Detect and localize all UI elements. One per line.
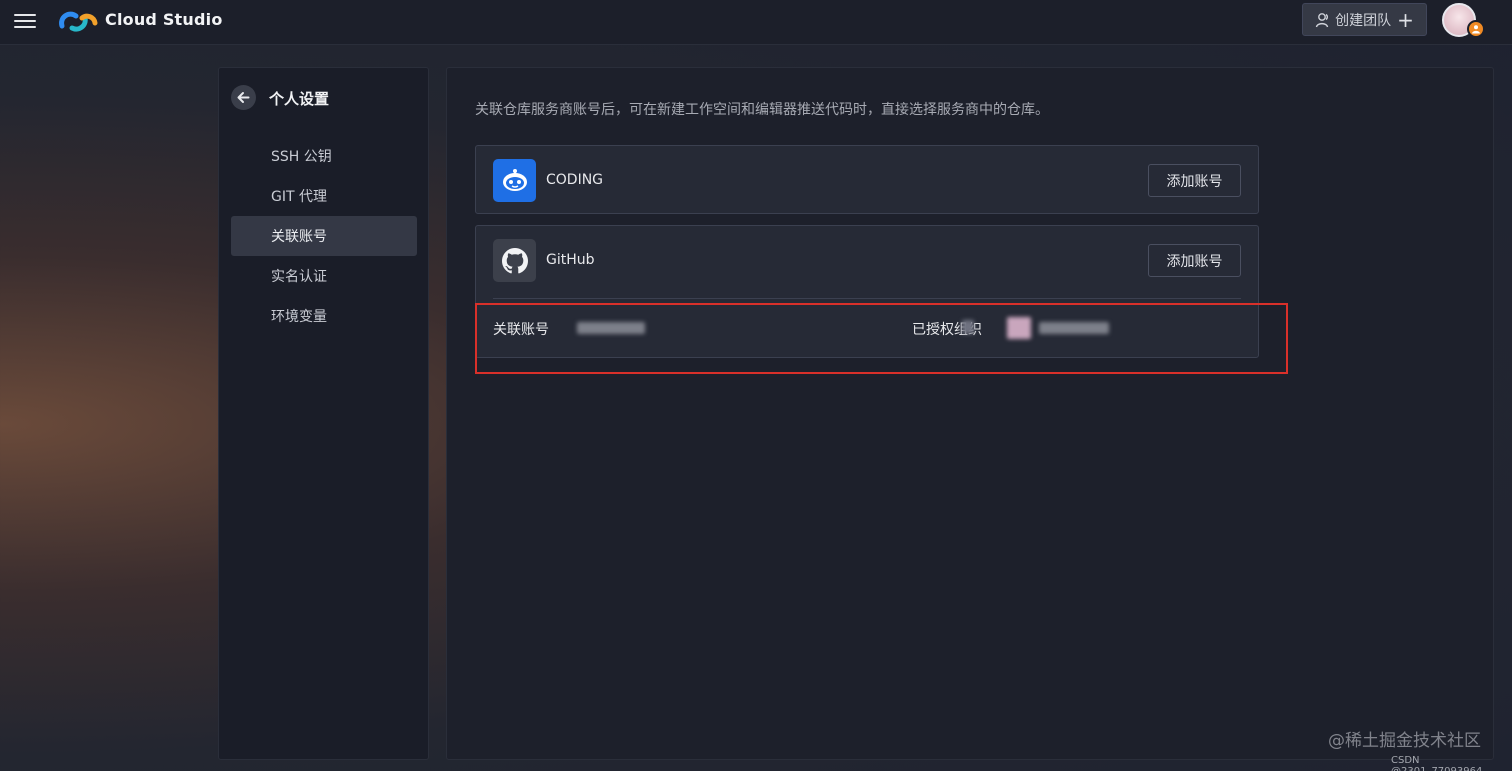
provider-card-coding: CODING 添加账号 <box>475 145 1259 214</box>
user-icon <box>1315 12 1329 27</box>
plus-icon: + <box>1397 7 1414 32</box>
sidebar-item-label: 环境变量 <box>271 309 327 325</box>
sidebar-item-env-vars[interactable]: 环境变量 <box>231 296 417 336</box>
coding-icon <box>493 159 536 202</box>
github-icon <box>493 239 536 282</box>
back-arrow-icon[interactable] <box>231 85 256 110</box>
sidebar-title: 个人设置 <box>269 90 330 108</box>
page-description: 关联仓库服务商账号后，可在新建工作空间和编辑器推送代码时，直接选择服务商中的仓库… <box>475 102 1049 118</box>
sidebar-item-label: 关联账号 <box>271 229 327 245</box>
main-panel: 关联仓库服务商账号后，可在新建工作空间和编辑器推送代码时，直接选择服务商中的仓库… <box>446 67 1494 760</box>
sidebar-item-label: SSH 公钥 <box>271 149 332 165</box>
add-coding-account-button[interactable]: 添加账号 <box>1148 164 1241 197</box>
settings-sidebar: 个人设置 SSH 公钥 GIT 代理 关联账号 实名认证 环境变量 <box>218 67 429 760</box>
hamburger-menu-icon[interactable] <box>14 10 38 32</box>
org-avatar <box>1007 317 1031 339</box>
redacted-mark <box>962 320 974 334</box>
brand-name[interactable]: Cloud Studio <box>105 10 223 29</box>
provider-name: CODING <box>546 172 604 188</box>
authorized-org-value-redacted <box>1039 322 1109 334</box>
user-badge-icon <box>1467 20 1485 38</box>
linked-account-value-redacted <box>577 322 645 334</box>
linked-account-label: 关联账号 <box>493 322 549 338</box>
provider-card-github: GitHub 添加账号 关联账号 已授权组织 <box>475 225 1259 358</box>
cloud-studio-logo-icon[interactable] <box>58 8 98 34</box>
watermark: @稀土掘金技术社区 <box>1328 731 1481 751</box>
create-team-label: 创建团队 <box>1335 12 1392 29</box>
sidebar-item-label: 实名认证 <box>271 269 327 285</box>
credit-text: CSDN @2301_77093964 <box>1391 755 1482 771</box>
sidebar-item-ssh-key[interactable]: SSH 公钥 <box>231 136 417 176</box>
add-github-account-button[interactable]: 添加账号 <box>1148 244 1241 277</box>
create-team-button[interactable]: 创建团队 + <box>1302 3 1427 36</box>
sidebar-item-real-name-auth[interactable]: 实名认证 <box>231 256 417 296</box>
top-bar: Cloud Studio 创建团队 + <box>0 0 1512 45</box>
sidebar-item-linked-accounts[interactable]: 关联账号 <box>231 216 417 256</box>
sidebar-item-git-proxy[interactable]: GIT 代理 <box>231 176 417 216</box>
provider-name: GitHub <box>546 252 595 268</box>
divider <box>493 298 1241 299</box>
sidebar-item-label: GIT 代理 <box>271 189 327 205</box>
